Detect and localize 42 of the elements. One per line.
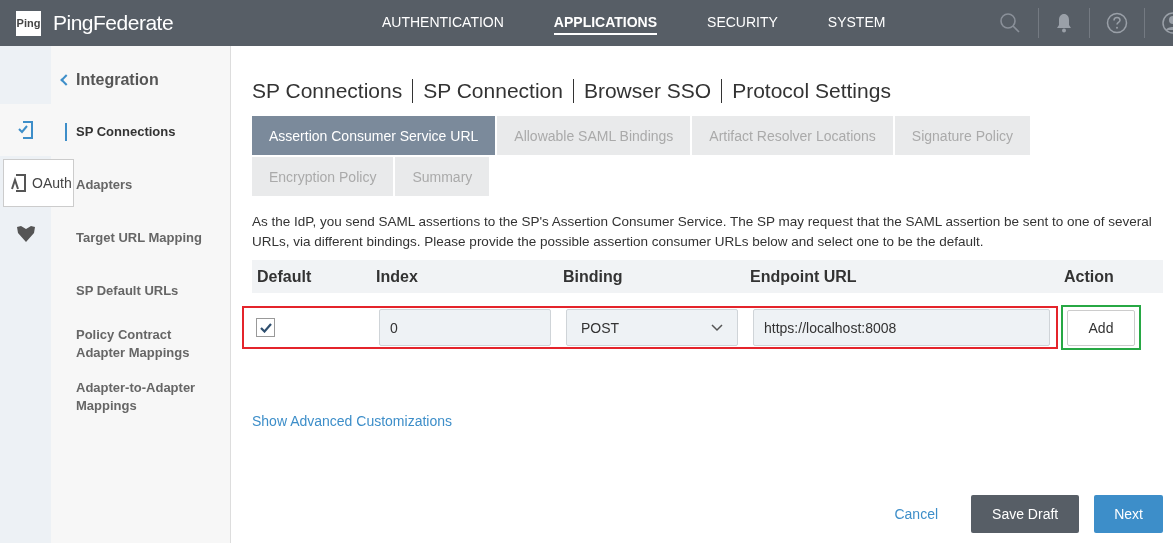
shield-icon[interactable] xyxy=(15,225,36,243)
chevron-down-icon xyxy=(711,323,723,332)
back-link[interactable]: Integration xyxy=(51,68,230,92)
nav-tab[interactable]: APPLICATIONS xyxy=(553,11,658,35)
next-button[interactable]: Next xyxy=(1094,495,1163,533)
add-button[interactable]: Add xyxy=(1067,309,1135,346)
nav-tab[interactable]: AUTHENTICATION xyxy=(382,11,504,35)
sidebar-item[interactable]: Policy Contract Adapter Mappings xyxy=(51,326,206,362)
tooltip-text: OAuth xyxy=(32,175,72,191)
column-header: Action xyxy=(1064,267,1114,286)
breadcrumb-item: Browser SSO xyxy=(583,79,712,103)
logo-badge: Ping xyxy=(16,10,41,36)
description-text: As the IdP, you send SAML assertions to the SP's Assertion Consumer Service. The SP may request that the SAML assertion be sent to one of several URLs, via different bindings. Please provide the possible assertion consumer URLs below and select one to be the default. xyxy=(252,213,1152,251)
back-link-text[interactable]: Integration xyxy=(76,71,159,89)
cancel-link[interactable]: Cancel xyxy=(894,506,939,522)
breadcrumb-item: Protocol Settings xyxy=(732,79,891,103)
column-header: Index xyxy=(376,267,419,286)
sidebar-item[interactable]: SP Connections xyxy=(65,123,206,141)
endpoint-url-field[interactable]: https://localhost:8008 xyxy=(753,309,1050,346)
column-header: Endpoint URL xyxy=(750,267,858,286)
tab[interactable]: Assertion Consumer Service URL xyxy=(252,116,496,155)
advanced-customizations-link[interactable]: Show Advanced Customizations xyxy=(252,413,1163,429)
breadcrumb-item: SP Connection xyxy=(423,79,563,103)
save-draft-button[interactable]: Save Draft xyxy=(971,495,1080,533)
column-header: Binding xyxy=(563,267,624,286)
nav-tab[interactable]: SYSTEM xyxy=(827,11,886,35)
binding-dropdown[interactable]: POST xyxy=(566,309,738,346)
search-icon[interactable] xyxy=(998,11,1022,35)
checkbox[interactable] xyxy=(256,318,275,337)
sidebar-item[interactable]: SP Default URLs xyxy=(51,273,206,309)
index-field[interactable]: 0 xyxy=(379,309,551,346)
brand-name: PingFederate xyxy=(53,11,174,35)
device-check-icon[interactable] xyxy=(16,120,35,140)
bell-icon[interactable] xyxy=(1055,13,1073,33)
sidebar-item[interactable]: Target URL Mapping xyxy=(51,220,206,256)
check-icon xyxy=(259,322,272,333)
device-icon xyxy=(11,173,27,193)
nav-tab[interactable]: SECURITY xyxy=(707,11,778,35)
help-icon[interactable] xyxy=(1106,12,1128,34)
sidebar-item[interactable]: Adapter-to-Adapter Mappings xyxy=(51,379,206,415)
breadcrumb-item: SP Connections xyxy=(252,79,403,103)
column-header: Default xyxy=(256,267,313,286)
